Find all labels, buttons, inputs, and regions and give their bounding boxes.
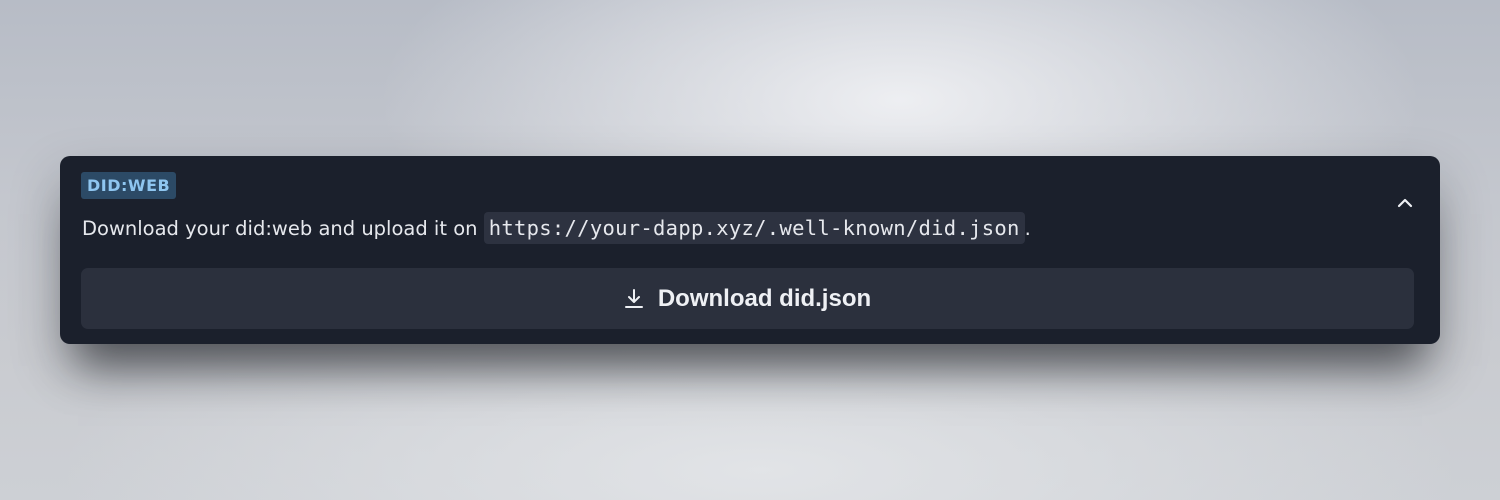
description-suffix: . — [1024, 217, 1031, 240]
did-web-card: DID:WEB Download your did:web and upload… — [60, 156, 1440, 344]
did-web-badge: DID:WEB — [81, 172, 177, 199]
download-did-json-button[interactable]: Download did.json — [81, 268, 1414, 329]
card-description: Download your did:web and upload it on h… — [82, 212, 1031, 245]
collapse-toggle-button[interactable] — [1392, 190, 1418, 216]
download-button-label: Download did.json — [657, 284, 872, 312]
chevron-up-icon — [1397, 198, 1413, 208]
download-icon — [624, 288, 644, 310]
description-text: Download your did:web and upload it on — [82, 217, 478, 240]
did-json-url-code: https://your-dapp.xyz/.well-known/did.js… — [483, 212, 1025, 244]
